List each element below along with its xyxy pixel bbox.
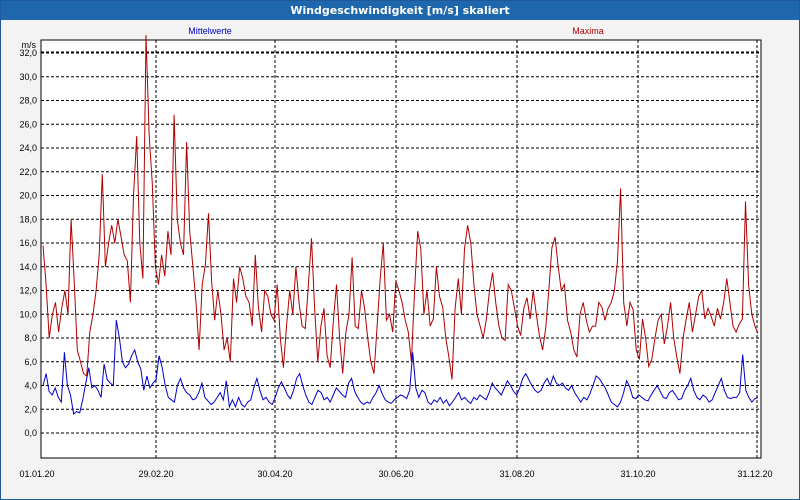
x-tick-label: 31.10.20 [620,469,655,479]
y-tick-label: 16,0 [19,238,37,248]
y-axis-ticks: 0,0 2,0 4,0 6,0 8,0 10,0 12,0 14,0 16,0 18,0 20,0 2… [19,48,37,438]
y-tick-label: 2,0 [24,404,37,414]
x-tick-label: 29.02.20 [138,469,173,479]
x-axis-ticks: 01.01.20 29.02.20 30.04.20 30.06.20 31.08.20… [19,469,772,479]
y-tick-label: 8,0 [24,333,37,343]
y-tick-label: 14,0 [19,262,37,272]
y-tick-label: 28,0 [19,96,37,106]
y-tick-label: 6,0 [24,357,37,367]
y-tick-label: 10,0 [19,309,37,319]
legend-mittelwerte: Mittelwerte [188,26,232,36]
x-tick-label: 31.12.20 [737,469,772,479]
y-tick-label: 4,0 [24,381,37,391]
y-axis-label: m/s [22,40,37,50]
y-tick-label: 30,0 [19,72,37,82]
y-tick-label: 22,0 [19,167,37,177]
x-tick-label: 30.04.20 [257,469,292,479]
y-tick-label: 18,0 [19,214,37,224]
y-tick-label: 26,0 [19,119,37,129]
y-tick-label: 0,0 [24,428,37,438]
y-tick-label: 24,0 [19,143,37,153]
y-tick-label: 12,0 [19,286,37,296]
legend-maxima: Maxima [572,26,604,36]
x-tick-label: 01.01.20 [19,469,54,479]
x-tick-label: 31.08.20 [499,469,534,479]
wind-speed-chart: 0,0 2,0 4,0 6,0 8,0 10,0 12,0 14,0 16,0 18,0 20,0 2… [19,26,772,479]
y-tick-label: 20,0 [19,191,37,201]
x-tick-label: 30.06.20 [378,469,413,479]
